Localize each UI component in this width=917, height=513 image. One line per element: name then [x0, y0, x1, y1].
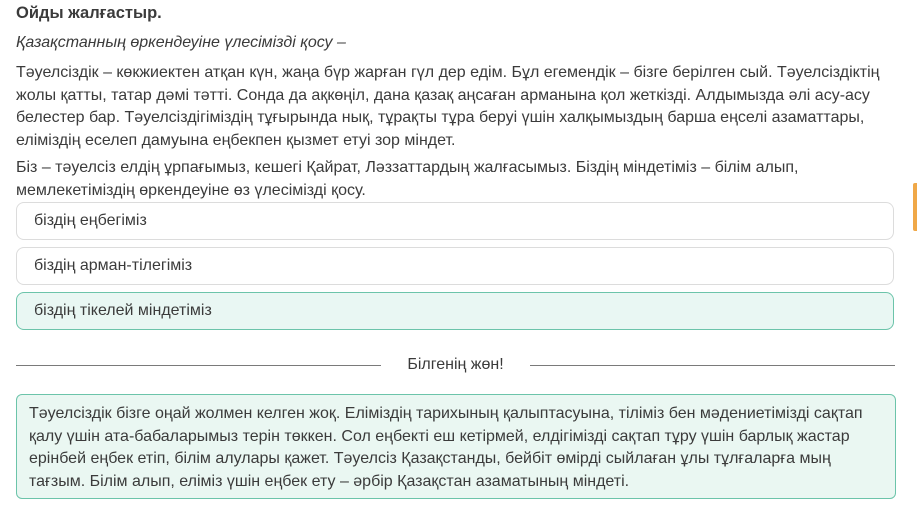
answer-option-1[interactable]: біздің еңбегіміз: [16, 202, 894, 240]
answer-option-label: біздің арман-тілегіміз: [34, 257, 193, 274]
info-box: Тәуелсіздік бізге оңай жолмен келген жоқ…: [16, 394, 896, 499]
task-paragraph-1: Тәуелсіздік – көкжиектен атқан күн, жаңа…: [16, 64, 880, 149]
info-heading: Білгенің жөн!: [407, 356, 504, 373]
answer-option-3-selected[interactable]: біздің тікелей міндетіміз: [16, 292, 894, 330]
answer-option-2[interactable]: біздің арман-тілегіміз: [16, 247, 894, 285]
answer-option-label: біздің еңбегіміз: [34, 212, 147, 229]
task-paragraph-2: Біз – тәуелсіз елдің ұрпағымыз, кешегі Қ…: [16, 159, 799, 199]
divider-left: [16, 365, 381, 366]
task-title: Ойды жалғастыр.: [16, 4, 162, 22]
answer-option-label: біздің тікелей міндетіміз: [34, 302, 212, 319]
divider-right: [530, 365, 895, 366]
task-subtitle: Қазақстанның өркендеуіне үлесімізді қосу…: [16, 34, 346, 51]
info-text: Тәуелсіздік бізге оңай жолмен келген жоқ…: [29, 405, 863, 490]
side-panel-tab[interactable]: [913, 183, 917, 231]
